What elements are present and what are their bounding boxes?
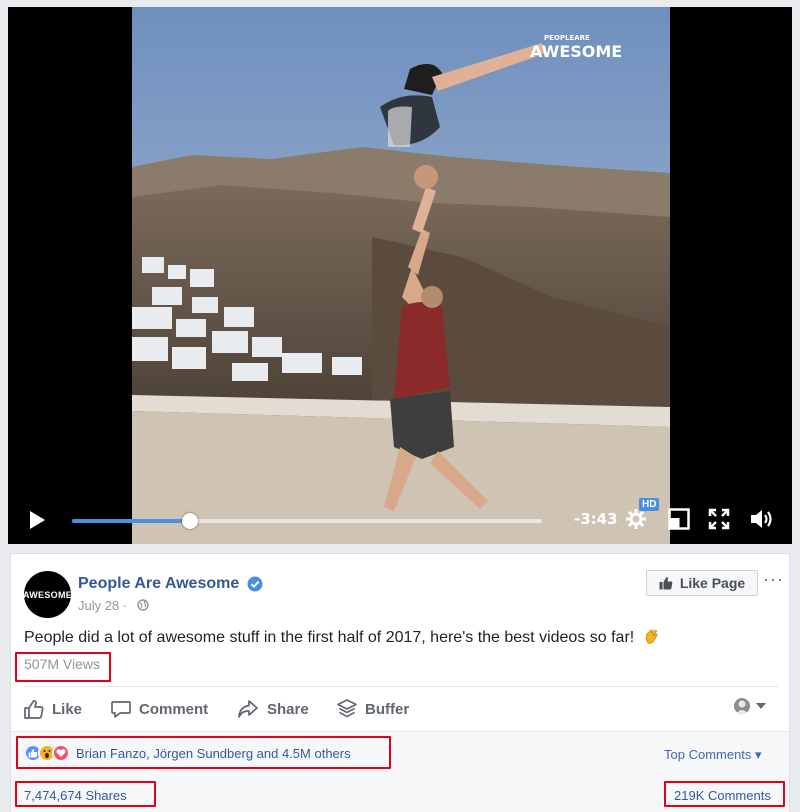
watermark-top: PEOPLEARE — [544, 34, 590, 42]
share-label: Share — [267, 700, 309, 718]
clapping-hands-emoji-icon — [645, 629, 658, 644]
share-arrow-icon — [238, 700, 258, 718]
post-card: AWESOME People Are Awesome July 28 · Lik… — [10, 553, 790, 812]
picture-in-picture-icon[interactable] — [668, 508, 690, 530]
video-player[interactable]: PEOPLEARE AWESOME -3:43 HD — [8, 7, 792, 544]
verified-badge-icon — [247, 576, 263, 592]
page-avatar[interactable]: AWESOME — [22, 571, 73, 618]
comment-button[interactable]: Comment — [111, 697, 208, 721]
more-options-button[interactable]: ··· — [763, 569, 784, 590]
chevron-down-icon — [756, 703, 766, 709]
highlight-views — [15, 652, 111, 682]
thumbs-up-icon — [659, 577, 673, 590]
buffer-stack-icon — [337, 699, 357, 718]
time-remaining: -3:43 — [574, 510, 618, 528]
comment-label: Comment — [139, 700, 209, 718]
like-page-button[interactable]: Like Page — [646, 570, 758, 596]
post-message: People did a lot of awesome stuff in the… — [24, 629, 635, 646]
page-avatar-logo: AWESOME — [22, 589, 73, 600]
like-label: Like — [52, 700, 83, 718]
watermark-logo: AWESOME — [530, 42, 622, 61]
like-button[interactable]: Like — [24, 697, 82, 721]
highlight-shares — [15, 781, 156, 807]
play-icon[interactable] — [28, 510, 46, 530]
highlight-comments — [664, 781, 785, 807]
current-user-avatar — [734, 698, 750, 714]
divider — [24, 686, 778, 687]
comment-bubble-icon — [111, 701, 131, 718]
like-page-label: Like Page — [679, 575, 746, 591]
video-scene: PEOPLEARE AWESOME — [132, 7, 670, 544]
highlight-reactions — [16, 736, 391, 769]
post-timestamp[interactable]: July 28 · — [78, 598, 127, 613]
user-silhouette-icon — [736, 700, 748, 714]
hd-badge: HD — [639, 498, 660, 511]
settings-gear-icon[interactable] — [625, 508, 647, 530]
progress-bar[interactable] — [72, 513, 542, 529]
top-comments-dropdown[interactable]: Top Comments ▾ — [664, 747, 762, 763]
buffer-label: Buffer — [365, 700, 410, 718]
post-text: People did a lot of awesome stuff in the… — [24, 627, 661, 647]
globe-icon[interactable] — [137, 599, 149, 611]
video-frame[interactable]: PEOPLEARE AWESOME — [132, 7, 670, 544]
buffer-button[interactable]: Buffer — [337, 697, 409, 721]
post-as-selector[interactable] — [734, 698, 766, 714]
progress-fill — [72, 519, 190, 523]
progress-scrubber[interactable] — [181, 513, 198, 529]
fullscreen-icon[interactable] — [708, 508, 730, 530]
video-controls: -3:43 HD — [8, 496, 792, 544]
volume-icon[interactable] — [750, 508, 776, 530]
share-button[interactable]: Share — [237, 697, 309, 721]
page-name-link[interactable]: People Are Awesome — [78, 575, 239, 593]
like-thumb-icon — [24, 700, 44, 719]
